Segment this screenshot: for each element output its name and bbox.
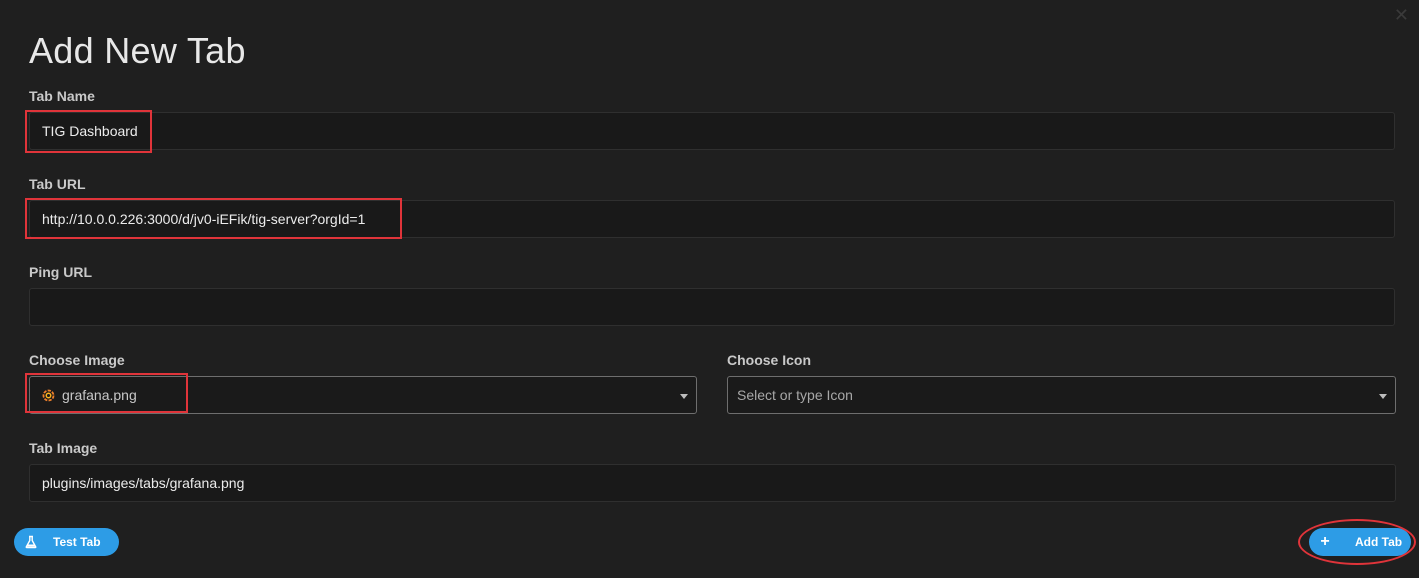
tab-name-input[interactable]: TIG Dashboard	[29, 112, 1395, 150]
chevron-down-icon	[680, 394, 688, 399]
close-icon[interactable]: ✕	[1394, 6, 1409, 24]
plus-icon: +	[1320, 533, 1330, 550]
choose-image-value: grafana.png	[62, 387, 137, 403]
test-tab-button[interactable]: Test Tab	[14, 528, 119, 556]
chevron-down-icon	[1379, 394, 1387, 399]
test-tab-label: Test Tab	[53, 535, 101, 549]
grafana-icon	[42, 389, 55, 402]
choose-image-select[interactable]: grafana.png	[29, 376, 697, 414]
tab-url-input[interactable]: http://10.0.0.226:3000/d/jv0-iEFik/tig-s…	[29, 200, 1395, 238]
tab-name-label: Tab Name	[29, 88, 95, 104]
add-tab-modal: ✕ Add New Tab Tab Name TIG Dashboard Tab…	[0, 0, 1419, 578]
flask-icon	[25, 535, 37, 549]
modal-title: Add New Tab	[29, 30, 246, 71]
add-tab-button[interactable]: + Add Tab	[1309, 528, 1411, 556]
choose-image-label: Choose Image	[29, 352, 125, 368]
ping-url-input[interactable]	[29, 288, 1395, 326]
ping-url-label: Ping URL	[29, 264, 92, 280]
tab-name-value: TIG Dashboard	[42, 123, 138, 139]
choose-icon-label: Choose Icon	[727, 352, 812, 368]
tab-image-input[interactable]: plugins/images/tabs/grafana.png	[29, 464, 1396, 502]
choose-icon-placeholder: Select or type Icon	[737, 387, 853, 403]
tab-image-value: plugins/images/tabs/grafana.png	[42, 475, 245, 491]
tab-image-label: Tab Image	[29, 440, 98, 456]
tab-url-value: http://10.0.0.226:3000/d/jv0-iEFik/tig-s…	[42, 211, 366, 227]
choose-icon-select[interactable]: Select or type Icon	[727, 376, 1396, 414]
add-tab-label: Add Tab	[1355, 535, 1403, 549]
tab-url-label: Tab URL	[29, 176, 86, 192]
